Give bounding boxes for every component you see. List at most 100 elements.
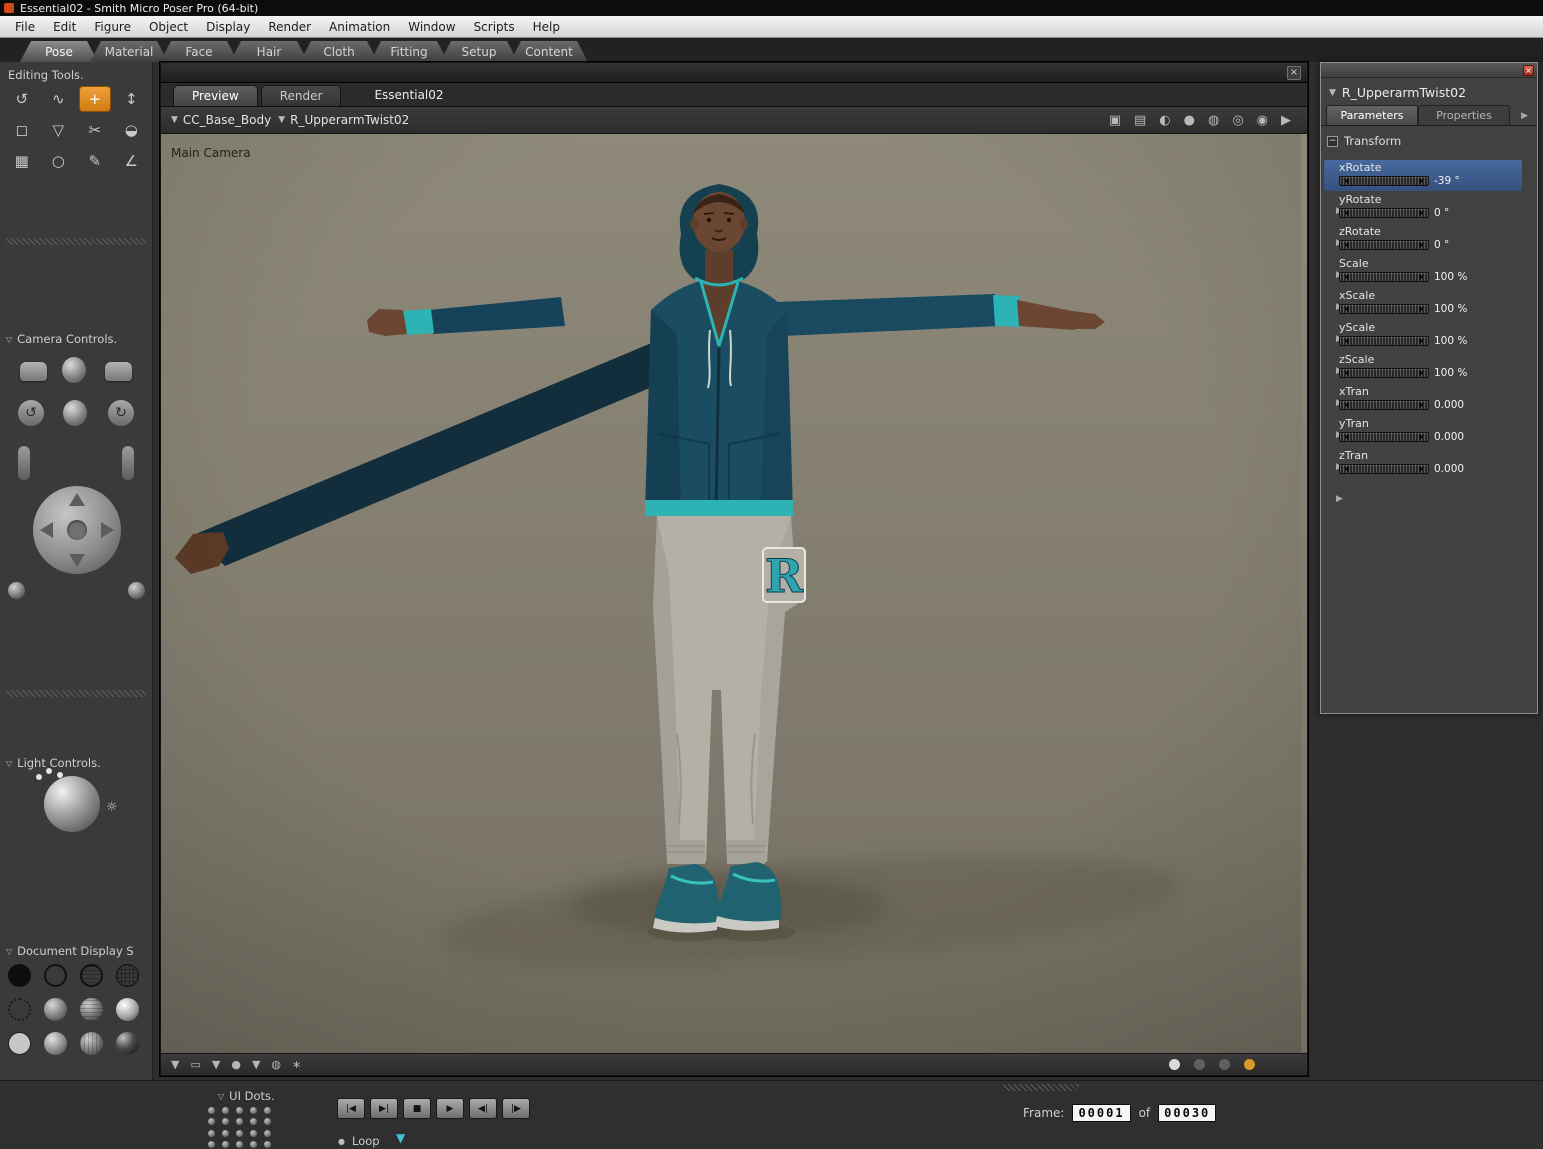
multi-style-icon[interactable]: ◍ <box>271 1058 281 1071</box>
loop-toggle[interactable]: ● Loop <box>338 1134 380 1148</box>
frame-total-input[interactable]: 00030 <box>1158 1104 1217 1122</box>
page-dot-icon[interactable] <box>1219 1059 1230 1070</box>
menu-edit[interactable]: Edit <box>44 18 85 36</box>
sparkle-icon[interactable]: ∗ <box>292 1058 301 1071</box>
tab-overflow-arrow-icon[interactable]: ▶ <box>1517 107 1532 125</box>
dial-value[interactable]: 0 ° <box>1434 207 1449 219</box>
pane-layout-icon[interactable]: ▭ <box>190 1058 200 1071</box>
tab-render[interactable]: Render <box>260 85 342 106</box>
menu-display[interactable]: Display <box>197 18 259 36</box>
style-litwireframe-icon[interactable] <box>8 998 31 1021</box>
color-tool[interactable]: ◒ <box>116 117 148 143</box>
ui-dot[interactable] <box>264 1118 271 1126</box>
parameters-palette-titlebar[interactable]: × <box>1321 63 1537 78</box>
depth-cue-icon[interactable]: ◐ <box>1159 113 1170 128</box>
actor-selector[interactable]: ▼ R_UpperarmTwist02 <box>278 113 409 127</box>
ui-dot[interactable] <box>222 1129 229 1137</box>
camera-controls-header[interactable]: ▽ Camera Controls. <box>6 332 117 346</box>
dial-zscale[interactable]: zScale 100 % ▶ <box>1321 352 1537 408</box>
ui-dot[interactable] <box>208 1107 215 1114</box>
style-cartoon-lined-icon[interactable] <box>8 1032 31 1055</box>
dial-value[interactable]: 0.000 <box>1434 431 1464 443</box>
parameters-close-button[interactable]: × <box>1523 65 1534 76</box>
dial-value[interactable]: 100 % <box>1434 367 1467 379</box>
parameters-header[interactable]: ▼ R_UpperarmTwist02 <box>1321 78 1537 105</box>
camera-rotate-left-icon[interactable]: ↺ <box>18 400 44 426</box>
style-cartoon-icon[interactable] <box>116 998 139 1021</box>
document-close-button[interactable]: × <box>1287 66 1301 80</box>
dial-slider[interactable] <box>1339 240 1429 250</box>
light-sun-icon[interactable]: ☼ <box>106 800 118 815</box>
page-dot-icon[interactable] <box>1194 1059 1205 1070</box>
dial-slider[interactable] <box>1339 432 1429 442</box>
menu-figure[interactable]: Figure <box>85 18 140 36</box>
dial-zrotate[interactable]: zRotate 0 ° ▶ <box>1321 224 1537 280</box>
page-dot-icon[interactable] <box>1244 1059 1255 1070</box>
direct-manipulation-tool[interactable]: ∠ <box>116 148 148 174</box>
menu-object[interactable]: Object <box>140 18 197 36</box>
style-texture-shaded-icon[interactable] <box>116 1032 139 1055</box>
dial-value[interactable]: -39 ° <box>1434 175 1460 187</box>
camera-head-icon[interactable] <box>62 357 86 383</box>
dial-value[interactable]: 0 ° <box>1434 239 1449 251</box>
ui-dot[interactable] <box>236 1107 243 1114</box>
ui-dot[interactable] <box>250 1118 257 1126</box>
document-window-titlebar[interactable]: × <box>161 63 1307 83</box>
rotate-tool[interactable]: ↺ <box>6 86 38 112</box>
dial-value[interactable]: 0.000 <box>1434 463 1464 475</box>
smooth-shading-icon[interactable]: ◎ <box>1232 113 1243 128</box>
dial-slider[interactable] <box>1339 208 1429 218</box>
light-controls-header[interactable]: ▽ Light Controls. <box>6 756 101 770</box>
camera-move-hand-right-icon[interactable] <box>105 362 132 381</box>
dial-scale[interactable]: Scale 100 % ▶ <box>1321 256 1537 312</box>
style-wireframe-icon[interactable] <box>80 964 103 987</box>
dial-slider[interactable] <box>1339 400 1429 410</box>
morphing-tool[interactable]: ✎ <box>79 148 111 174</box>
camera-rotate-right-icon[interactable]: ↻ <box>108 400 134 426</box>
page-dot-icon[interactable] <box>1169 1059 1180 1070</box>
view-magnifier-tool[interactable]: ○ <box>43 148 75 174</box>
style-outline-icon[interactable] <box>44 964 67 987</box>
tab-hair[interactable]: Hair <box>230 41 308 62</box>
tab-setup[interactable]: Setup <box>440 41 518 62</box>
tab-fitting[interactable]: Fitting <box>370 41 448 62</box>
tab-cloth[interactable]: Cloth <box>300 41 378 62</box>
camera-trackball[interactable] <box>33 486 121 574</box>
tab-pose[interactable]: Pose <box>20 41 98 62</box>
ui-dot[interactable] <box>208 1129 215 1137</box>
camera-flyaround-icon[interactable]: ▤ <box>1134 113 1146 128</box>
dial-slider[interactable] <box>1339 176 1429 186</box>
scale-tool[interactable]: ◻ <box>6 117 38 143</box>
ui-dot[interactable] <box>250 1140 257 1148</box>
dial-slider[interactable] <box>1339 304 1429 314</box>
camera-move-hand-left-icon[interactable] <box>20 362 47 381</box>
dial-xtran[interactable]: xTran 0.000 ▶ <box>1321 384 1537 440</box>
dial-yrotate[interactable]: yRotate 0 ° ▶ <box>1321 192 1537 248</box>
tab-parameters[interactable]: Parameters <box>1326 105 1418 125</box>
tab-content[interactable]: Content <box>510 41 588 62</box>
figure-selector[interactable]: ▼ CC_Base_Body <box>171 113 271 127</box>
dial-menu-arrow-icon[interactable]: ▶ <box>1336 494 1343 504</box>
style-silhouette-icon[interactable] <box>8 964 31 987</box>
play-button[interactable]: ▶ <box>436 1098 464 1119</box>
dial-value[interactable]: 100 % <box>1434 271 1467 283</box>
collision-toggle-icon[interactable]: ◍ <box>1208 113 1219 128</box>
light-indicator-dot[interactable] <box>36 774 42 780</box>
ui-dot[interactable] <box>236 1118 243 1126</box>
ui-dot[interactable] <box>264 1140 271 1148</box>
dial-ztran[interactable]: zTran 0.000 ▶ <box>1321 448 1537 504</box>
frame-current-input[interactable]: 00001 <box>1072 1104 1131 1122</box>
dial-ytran[interactable]: yTran 0.000 ▶ <box>1321 416 1537 472</box>
style-hiddenline-icon[interactable] <box>116 964 139 987</box>
last-frame-button[interactable]: ▶| <box>370 1098 398 1119</box>
style-smooth-shaded-icon[interactable] <box>44 1032 67 1055</box>
dial-slider[interactable] <box>1339 464 1429 474</box>
light-indicator-dot[interactable] <box>46 768 52 774</box>
light-sphere-control[interactable] <box>44 776 100 832</box>
style-flat-shaded-icon[interactable] <box>44 998 67 1021</box>
first-frame-button[interactable]: |◀ <box>337 1098 365 1119</box>
dial-value[interactable]: 0.000 <box>1434 399 1464 411</box>
ui-dot[interactable] <box>208 1140 215 1148</box>
document-display-header[interactable]: ▽ Document Display S <box>6 944 134 958</box>
ui-dot[interactable] <box>250 1129 257 1137</box>
